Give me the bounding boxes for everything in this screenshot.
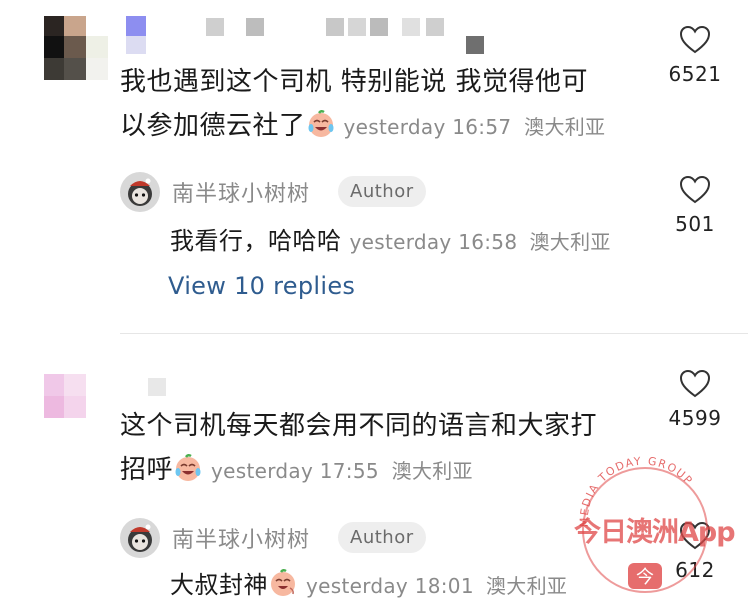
censored-username[interactable] (126, 16, 486, 56)
comment-location: 澳大利亚 (524, 115, 606, 139)
reply-location: 澳大利亚 (486, 574, 568, 598)
like-count: 4599 (668, 406, 722, 430)
comment-text-tail: 招呼 (120, 455, 174, 485)
like-button[interactable]: 6521 (660, 26, 730, 86)
author-avatar[interactable] (120, 518, 160, 558)
comment-timestamp: yesterday 16:57 (343, 115, 512, 139)
censored-username[interactable] (148, 378, 168, 398)
author-badge: Author (338, 176, 426, 207)
censored-avatar[interactable] (44, 16, 108, 80)
like-count: 6521 (668, 62, 722, 86)
comment-text-line1: 这个司机每天都会用不同的语言和大家打 (120, 411, 598, 441)
author-badge: Author (338, 522, 426, 553)
comment-text-tail: 以参加德云社了 (120, 111, 306, 141)
comment-text: 我也遇到这个司机 特别能说 我觉得他可 以参加德云社了 yesterday 16… (120, 60, 660, 149)
reply-like-count: 612 (675, 558, 715, 582)
crying-laughing-face-icon (173, 453, 203, 483)
reply-timestamp: yesterday 16:58 (349, 230, 518, 254)
reply-timestamp: yesterday 18:01 (306, 574, 474, 598)
comment-divider (120, 333, 748, 334)
reply-body: 大叔封神 (170, 571, 268, 599)
reply-username[interactable]: 南半球小树树 (172, 176, 310, 208)
comment-text-line2: 以参加德云社了 yesterday 16:57 澳大利亚 (120, 104, 660, 149)
like-button[interactable]: 4599 (660, 370, 730, 430)
crying-laughing-face-icon (306, 109, 336, 139)
reply-location: 澳大利亚 (529, 230, 611, 254)
heart-icon[interactable] (680, 26, 710, 54)
comment-text-line1: 我也遇到这个司机 特别能说 我觉得他可 (120, 67, 589, 97)
comment-timestamp: yesterday 17:55 (211, 459, 379, 483)
watermark-brand: 今日澳洲App (574, 517, 736, 548)
reply-text: 大叔封神 yesterday 18:01 澳大利亚 (170, 568, 650, 603)
author-avatar[interactable] (120, 172, 160, 212)
censored-avatar[interactable] (44, 374, 108, 420)
view-replies-link[interactable]: View 10 replies (168, 272, 355, 300)
comment-location: 澳大利亚 (391, 459, 473, 483)
reply-text: 我看行，哈哈哈 yesterday 16:58 澳大利亚 (170, 224, 650, 259)
reply-like-count: 501 (675, 212, 715, 236)
comment-text-line2: 招呼 yesterday 17:55 澳大利亚 (120, 448, 660, 493)
heart-icon[interactable] (680, 370, 710, 398)
laughing-face-icon (268, 568, 298, 598)
heart-icon[interactable] (680, 176, 710, 204)
reply-like-button[interactable]: 501 (660, 176, 730, 236)
reply-username[interactable]: 南半球小树树 (172, 522, 310, 554)
comment-text: 这个司机每天都会用不同的语言和大家打 招呼 yesterday 17:55 澳大… (120, 404, 660, 493)
reply-body: 我看行，哈哈哈 (170, 227, 342, 255)
